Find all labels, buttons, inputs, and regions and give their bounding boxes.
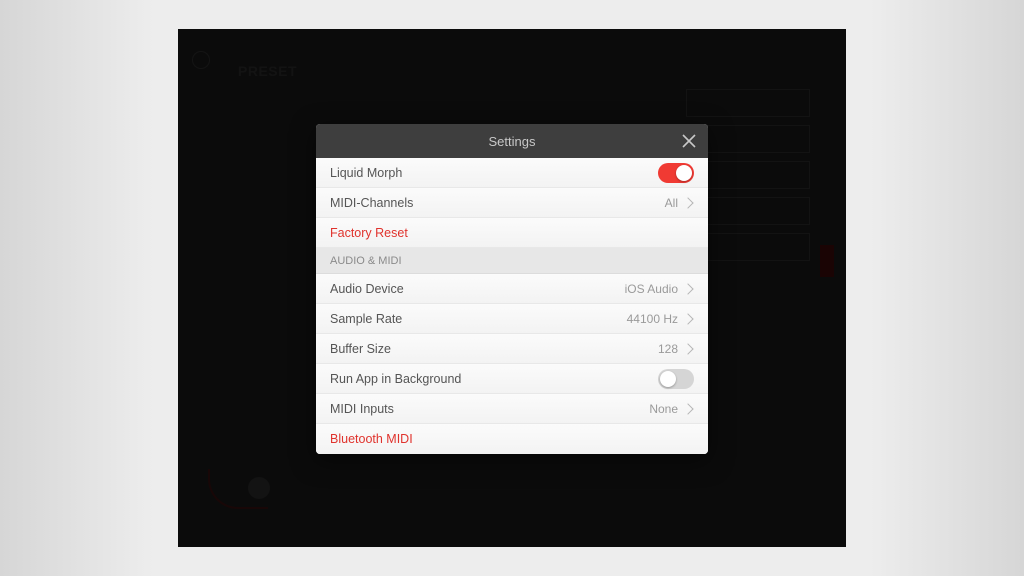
- toggle-run-background[interactable]: [658, 369, 694, 389]
- row-label: Sample Rate: [330, 312, 627, 326]
- row-run-background[interactable]: Run App in Background: [316, 364, 708, 394]
- app-window: PRESET Settings Liquid Morph: [178, 29, 846, 547]
- section-label: AUDIO & MIDI: [330, 255, 694, 267]
- row-factory-reset[interactable]: Factory Reset: [316, 218, 708, 248]
- row-label: Factory Reset: [330, 226, 694, 240]
- row-sample-rate[interactable]: Sample Rate 44100 Hz: [316, 304, 708, 334]
- chevron-right-icon: [682, 197, 693, 208]
- row-label: Run App in Background: [330, 372, 658, 386]
- row-bluetooth-midi[interactable]: Bluetooth MIDI: [316, 424, 708, 454]
- row-label: Bluetooth MIDI: [330, 432, 694, 446]
- chevron-right-icon: [682, 283, 693, 294]
- chevron-right-icon: [682, 403, 693, 414]
- row-label: MIDI Inputs: [330, 402, 649, 416]
- row-label: Liquid Morph: [330, 166, 658, 180]
- toggle-knob: [676, 165, 692, 181]
- chevron-right-icon: [682, 343, 693, 354]
- row-value: All: [665, 196, 678, 210]
- row-value: None: [649, 402, 678, 416]
- row-value: 128: [658, 342, 678, 356]
- row-label: MIDI-Channels: [330, 196, 665, 210]
- row-label: Audio Device: [330, 282, 625, 296]
- chevron-right-icon: [682, 313, 693, 324]
- toggle-liquid-morph[interactable]: [658, 163, 694, 183]
- settings-list: Liquid Morph MIDI-Channels All Factory R…: [316, 158, 708, 454]
- modal-title: Settings: [489, 134, 536, 149]
- close-button[interactable]: [676, 128, 702, 154]
- row-midi-channels[interactable]: MIDI-Channels All: [316, 188, 708, 218]
- row-label: Buffer Size: [330, 342, 658, 356]
- close-icon: [682, 134, 696, 148]
- toggle-knob: [660, 371, 676, 387]
- modal-header: Settings: [316, 124, 708, 158]
- row-audio-device[interactable]: Audio Device iOS Audio: [316, 274, 708, 304]
- settings-modal: Settings Liquid Morph MIDI-Channels All: [316, 124, 708, 454]
- row-midi-inputs[interactable]: MIDI Inputs None: [316, 394, 708, 424]
- row-value: 44100 Hz: [627, 312, 678, 326]
- section-audio-midi: AUDIO & MIDI: [316, 248, 708, 274]
- row-liquid-morph[interactable]: Liquid Morph: [316, 158, 708, 188]
- row-buffer-size[interactable]: Buffer Size 128: [316, 334, 708, 364]
- row-value: iOS Audio: [625, 282, 678, 296]
